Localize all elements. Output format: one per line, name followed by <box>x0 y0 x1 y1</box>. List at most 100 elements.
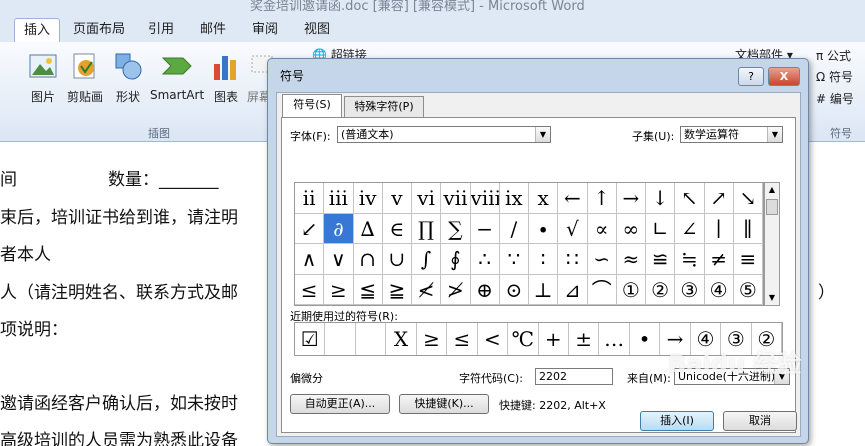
symbol-cell[interactable]: ② <box>646 274 676 305</box>
symbol-cell[interactable]: ≌ <box>646 244 676 275</box>
char-code-input[interactable]: 2202 <box>535 368 613 385</box>
tab-view[interactable]: 视图 <box>296 18 338 42</box>
symbol-cell[interactable]: ⑤ <box>733 274 763 305</box>
symbol-cell[interactable]: ③ <box>675 274 705 305</box>
symbol-cell[interactable]: ↙ <box>295 213 325 244</box>
symbol-cell[interactable]: ④ <box>704 274 734 305</box>
tab-insert[interactable]: 插入 <box>14 18 60 42</box>
recent-symbol-cell[interactable] <box>325 323 356 355</box>
symbol-cell[interactable]: ∕ <box>499 213 529 244</box>
symbol-cell[interactable]: ⊙ <box>499 274 529 305</box>
symbol-cell[interactable]: ∽ <box>587 244 617 275</box>
symbol-cell[interactable]: ∆ <box>353 213 383 244</box>
symbol-cell[interactable]: ⌒ <box>587 274 617 305</box>
symbol-cell[interactable]: ∨ <box>324 244 354 275</box>
symbol-grid-scrollbar[interactable]: ▲ ▼ <box>764 182 780 306</box>
insert-button[interactable]: 插入(I) <box>640 411 714 431</box>
symbol-cell[interactable]: − <box>470 213 500 244</box>
recent-symbol-cell[interactable]: < <box>478 323 509 355</box>
symbol-cell[interactable]: ∙ <box>529 213 559 244</box>
symbol-cell[interactable]: ↑ <box>587 183 617 214</box>
tab-mailings[interactable]: 邮件 <box>192 18 234 42</box>
symbol-cell[interactable]: ≡ <box>733 244 763 275</box>
symbol-cell[interactable]: ∟ <box>646 213 676 244</box>
symbol-cell[interactable]: ↖ <box>675 183 705 214</box>
symbol-cell[interactable]: ∝ <box>587 213 617 244</box>
help-button[interactable]: ? <box>738 67 764 86</box>
recent-symbol-cell[interactable]: X <box>386 323 417 355</box>
symbol-cell[interactable]: ← <box>558 183 588 214</box>
shortcut-key-button[interactable]: 快捷键(K)... <box>399 394 489 414</box>
symbol-cell[interactable]: ≤ <box>295 274 325 305</box>
recent-symbol-cell[interactable]: ≤ <box>447 323 478 355</box>
formula-button[interactable]: π 公式 <box>816 47 851 64</box>
tab-references[interactable]: 引用 <box>140 18 182 42</box>
symbol-cell[interactable]: ≠ <box>704 244 734 275</box>
symbol-cell[interactable]: ⅷ <box>470 183 500 214</box>
symbol-cell[interactable]: ① <box>616 274 646 305</box>
symbol-cell[interactable]: ≈ <box>616 244 646 275</box>
recent-symbol-cell[interactable] <box>356 323 387 355</box>
symbol-cell[interactable]: ∧ <box>295 244 325 275</box>
symbol-button[interactable]: Ω 符号 <box>816 68 853 85</box>
symbol-cell[interactable]: ↗ <box>704 183 734 214</box>
symbol-cell[interactable]: ∴ <box>470 244 500 275</box>
cancel-button[interactable]: 取消 <box>723 411 797 431</box>
symbol-cell[interactable]: ⊥ <box>529 274 559 305</box>
symbol-cell[interactable]: ≮ <box>412 274 442 305</box>
recent-symbol-cell[interactable]: ℃ <box>508 323 539 355</box>
smartart-button[interactable]: SmartArt <box>150 50 204 102</box>
symbol-cell[interactable]: ≧ <box>382 274 412 305</box>
symbol-cell[interactable]: ↘ <box>733 183 763 214</box>
symbol-cell[interactable]: ∵ <box>499 244 529 275</box>
recent-symbol-cell[interactable]: ≥ <box>417 323 448 355</box>
symbol-cell[interactable]: ≯ <box>441 274 471 305</box>
tab-symbols[interactable]: 符号(S) <box>282 94 342 117</box>
shapes-button[interactable]: 形状 <box>110 50 146 105</box>
symbol-cell[interactable]: ∑ <box>441 213 471 244</box>
scroll-down-icon[interactable]: ▼ <box>765 291 779 305</box>
symbol-cell[interactable]: → <box>616 183 646 214</box>
symbol-cell[interactable]: ⅲ <box>324 183 354 214</box>
recent-symbol-cell[interactable]: ± <box>569 323 600 355</box>
symbol-cell[interactable]: ⅱ <box>295 183 325 214</box>
recent-symbol-cell[interactable]: + <box>539 323 569 355</box>
autocorrect-button[interactable]: 自动更正(A)... <box>290 394 390 414</box>
symbol-cell[interactable]: ∞ <box>616 213 646 244</box>
symbol-cell[interactable]: ∪ <box>382 244 412 275</box>
picture-button[interactable]: 图片 <box>26 50 60 105</box>
symbol-cell[interactable]: ∠ <box>675 213 705 244</box>
recent-symbol-cell[interactable]: • <box>630 323 661 355</box>
scroll-up-icon[interactable]: ▲ <box>765 183 779 197</box>
close-button[interactable]: X <box>768 67 800 86</box>
symbol-cell[interactable]: ⊿ <box>558 274 588 305</box>
symbol-cell[interactable]: ≒ <box>675 244 705 275</box>
font-select[interactable]: (普通文本) ▼ <box>337 126 551 143</box>
symbol-cell[interactable]: ∂ <box>324 213 354 244</box>
symbol-cell[interactable]: ∈ <box>382 213 412 244</box>
recent-symbol-cell[interactable]: ☑ <box>295 323 326 355</box>
symbol-cell[interactable]: ⅵ <box>412 183 442 214</box>
subset-select[interactable]: 数学运算符 ▼ <box>680 126 783 143</box>
symbol-cell[interactable]: ⅸ <box>499 183 529 214</box>
symbol-cell[interactable]: ∩ <box>353 244 383 275</box>
scroll-thumb[interactable] <box>766 199 778 215</box>
symbol-cell[interactable]: ≥ <box>324 274 354 305</box>
tab-special-characters[interactable]: 特殊字符(P) <box>344 96 424 117</box>
recent-symbol-cell[interactable]: … <box>599 323 630 355</box>
symbol-cell[interactable]: ∏ <box>412 213 442 244</box>
symbol-cell[interactable]: ⊕ <box>470 274 500 305</box>
symbol-cell[interactable]: ⅴ <box>382 183 412 214</box>
symbol-cell[interactable]: √ <box>558 213 588 244</box>
symbol-cell[interactable]: ∥ <box>733 213 763 244</box>
symbol-cell[interactable]: ∷ <box>558 244 588 275</box>
symbol-cell[interactable]: ∣ <box>704 213 734 244</box>
symbol-cell[interactable]: ∮ <box>441 244 471 275</box>
tab-review[interactable]: 审阅 <box>244 18 286 42</box>
symbol-cell[interactable]: ⅶ <box>441 183 471 214</box>
tab-page-layout[interactable]: 页面布局 <box>68 18 130 42</box>
symbol-cell[interactable]: ⅳ <box>353 183 383 214</box>
chart-button[interactable]: 图表 <box>208 50 244 105</box>
symbol-cell[interactable]: ∫ <box>412 244 442 275</box>
symbol-cell[interactable]: ⅹ <box>529 183 559 214</box>
